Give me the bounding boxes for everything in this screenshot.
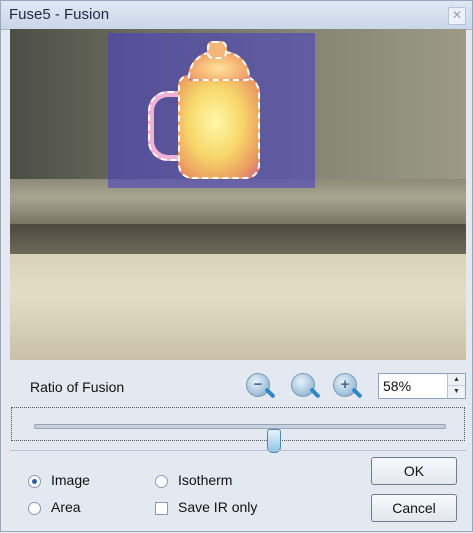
close-button[interactable]: ✕ — [448, 7, 466, 25]
spin-down-button[interactable]: ▼ — [448, 386, 465, 398]
cabinet-front — [10, 254, 466, 360]
fusion-dialog: Fuse5 - Fusion ✕ Ratio of Fusion − + 58%… — [0, 0, 473, 532]
area-radio-label[interactable]: Area — [51, 499, 81, 515]
shelf-edge — [10, 224, 466, 254]
fusion-image-viewport[interactable] — [10, 29, 466, 360]
ratio-value[interactable]: 58% — [383, 378, 411, 394]
save-ir-only-checkbox[interactable] — [155, 502, 168, 515]
area-radio[interactable] — [28, 502, 41, 515]
image-radio[interactable] — [28, 475, 41, 488]
zoom-out-icon[interactable]: − — [246, 373, 270, 397]
isotherm-radio[interactable] — [155, 475, 168, 488]
controls-panel: Ratio of Fusion − + 58% ▲ ▼ Image Isothe… — [10, 360, 466, 533]
ratio-spinbox[interactable]: 58% ▲ ▼ — [378, 373, 466, 399]
spin-up-button[interactable]: ▲ — [448, 374, 465, 386]
close-icon: ✕ — [451, 8, 463, 22]
save-ir-only-label[interactable]: Save IR only — [178, 499, 257, 515]
cup-knob-thermal — [207, 41, 227, 59]
slider-track[interactable] — [34, 424, 446, 453]
divider — [10, 450, 466, 451]
window-title: Fuse5 - Fusion — [9, 6, 110, 23]
cancel-button[interactable]: Cancel — [371, 494, 457, 522]
isotherm-radio-label[interactable]: Isotherm — [178, 472, 232, 488]
cup-body-thermal — [178, 75, 260, 179]
image-radio-label[interactable]: Image — [51, 472, 90, 488]
ratio-of-fusion-label: Ratio of Fusion — [30, 379, 125, 395]
zoom-in-icon[interactable]: + — [333, 373, 357, 397]
title-bar[interactable]: Fuse5 - Fusion ✕ — [1, 1, 472, 30]
zoom-fit-icon[interactable] — [291, 373, 315, 397]
ok-button[interactable]: OK — [371, 457, 457, 485]
ratio-slider[interactable] — [11, 407, 465, 453]
